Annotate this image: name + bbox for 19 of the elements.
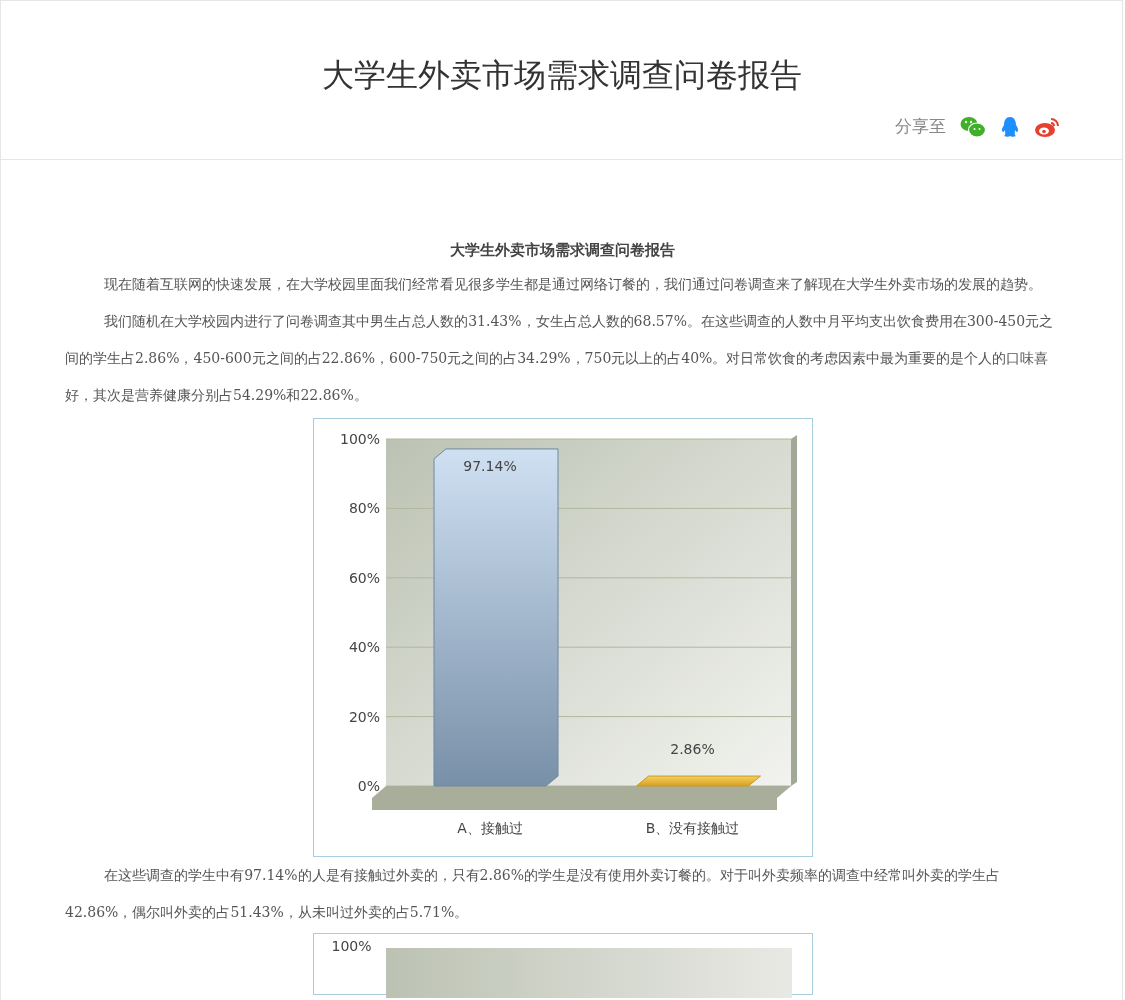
y-tick-label: 0% <box>357 778 380 794</box>
y-tick-label: 20% <box>348 708 380 725</box>
article-paragraph: 现在随着互联网的快速发展，在大学校园里面我们经常看见很多学生都是通过网络订餐的，我们通过问卷调查来了解现在大学生外卖市场的发展的趋势。 <box>103 275 1044 294</box>
data-label: 2.86% <box>669 741 715 758</box>
y-tick-label: 80% <box>348 500 380 517</box>
chat-bubbles-icon[interactable] <box>960 115 986 138</box>
y-tick-label: 100% <box>339 431 380 447</box>
article-heading: 大学生外卖市场需求调查问卷报告 <box>449 240 676 261</box>
y-tick-label: 60% <box>348 569 380 586</box>
y-tick-label: 40% <box>348 639 380 656</box>
data-label: 97.14% <box>462 457 517 474</box>
article-paragraph: 在这些调查的学生中有97.14%的人是有接触过外卖的，只有2.86%的学生是没有使用外卖订餐的。对于叫外卖频率的调查中经常叫外卖的学生占42.86%，偶尔叫外卖的占51.43%，从未叫过外卖的占5.71%。 <box>65 866 1002 922</box>
y-tick-label: 100% <box>331 938 372 954</box>
page-title: 大学生外卖市场需求调查问卷报告 <box>320 55 803 96</box>
share-label: 分享至 <box>895 115 946 138</box>
category-label: B、没有接触过 <box>645 820 739 836</box>
category-label: A、接触过 <box>456 820 523 836</box>
article-paragraph: 我们随机在大学校园内进行了问卷调查其中男生占总人数的31.43%，女生占总人数的68.57%。在这些调查的人数中月平均支出饮食费用在300-450元之间的学生占2.86%，450-600元之间的占22.86%，600-750元之间的占34.29%，750元以上的占40%。对日常饮食的考虑因素中最为重要的是个人的口味喜好，其次是营养健康分别占54.29%和22.86%。 <box>65 312 1055 405</box>
penguin-icon[interactable] <box>1000 115 1020 138</box>
